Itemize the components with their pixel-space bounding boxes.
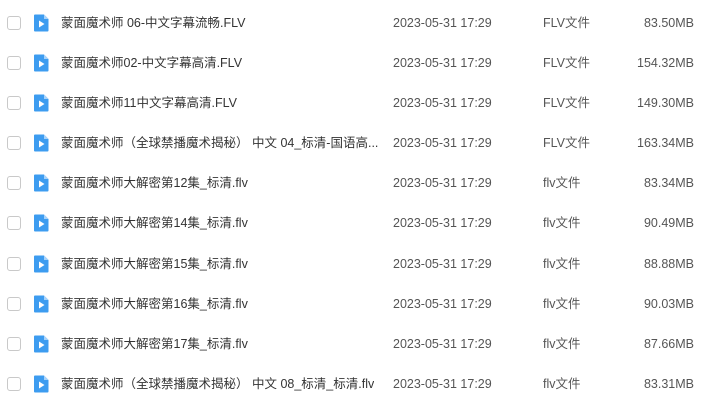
video-file-icon xyxy=(33,214,49,232)
file-name[interactable]: 蒙面魔术师大解密第15集_标清.flv xyxy=(61,244,248,284)
video-file-icon xyxy=(33,174,49,192)
file-name[interactable]: 蒙面魔术师11中文字幕高清.FLV xyxy=(61,83,237,123)
file-type: FLV文件 xyxy=(543,96,590,110)
file-name[interactable]: 蒙面魔术师大解密第14集_标清.flv xyxy=(61,203,248,243)
file-row[interactable]: 蒙面魔术师（全球禁播魔术揭秘） 中文 04_标清-国语高... 2023-05-3… xyxy=(0,123,714,163)
file-row[interactable]: 蒙面魔术师（全球禁播魔术揭秘） 中文 08_标清_标清.flv 2023-05-3… xyxy=(0,364,714,395)
video-file-icon xyxy=(33,94,49,112)
file-type: flv文件 xyxy=(543,337,581,351)
row-checkbox[interactable] xyxy=(7,176,21,190)
file-modified-date: 2023-05-31 17:29 xyxy=(393,377,492,391)
file-modified-date: 2023-05-31 17:29 xyxy=(393,16,492,30)
video-file-icon xyxy=(33,255,49,273)
file-name[interactable]: 蒙面魔术师大解密第17集_标清.flv xyxy=(61,324,248,364)
row-checkbox[interactable] xyxy=(7,297,21,311)
file-modified-date: 2023-05-31 17:29 xyxy=(393,337,492,351)
video-file-icon xyxy=(33,295,49,313)
file-size: 83.50MB xyxy=(643,16,694,30)
video-file-icon xyxy=(33,335,49,353)
file-name[interactable]: 蒙面魔术师大解密第12集_标清.flv xyxy=(61,163,248,203)
file-row[interactable]: 蒙面魔术师大解密第17集_标清.flv 2023-05-31 17:29 flv文件… xyxy=(0,324,714,364)
file-name[interactable]: 蒙面魔术师大解密第16集_标清.flv xyxy=(61,284,248,324)
video-file-icon xyxy=(33,14,49,32)
file-size: 83.31MB xyxy=(643,377,694,391)
file-row[interactable]: 蒙面魔术师11中文字幕高清.FLV 2023-05-31 17:29 FLV文件 14… xyxy=(0,83,714,123)
file-row[interactable]: 蒙面魔术师大解密第12集_标清.flv 2023-05-31 17:29 flv文件… xyxy=(0,163,714,203)
file-row[interactable]: 蒙面魔术师大解密第14集_标清.flv 2023-05-31 17:29 flv文件… xyxy=(0,203,714,243)
file-type: flv文件 xyxy=(543,257,581,271)
file-type: FLV文件 xyxy=(543,16,590,30)
file-size: 149.30MB xyxy=(637,96,694,110)
file-size: 90.49MB xyxy=(643,216,694,230)
file-modified-date: 2023-05-31 17:29 xyxy=(393,297,492,311)
file-row[interactable]: 蒙面魔术师大解密第15集_标清.flv 2023-05-31 17:29 flv文件… xyxy=(0,244,714,284)
file-row[interactable]: 蒙面魔术师 06-中文字幕流畅.FLV 2023-05-31 17:29 FLV文件… xyxy=(0,3,714,43)
file-type: FLV文件 xyxy=(543,136,590,150)
file-type: flv文件 xyxy=(543,176,581,190)
file-modified-date: 2023-05-31 17:29 xyxy=(393,176,492,190)
row-checkbox[interactable] xyxy=(7,377,21,391)
file-row[interactable]: 蒙面魔术师02-中文字幕高清.FLV 2023-05-31 17:29 FLV文件 1… xyxy=(0,43,714,83)
file-name[interactable]: 蒙面魔术师（全球禁播魔术揭秘） 中文 08_标清_标清.flv xyxy=(61,364,374,395)
file-modified-date: 2023-05-31 17:29 xyxy=(393,216,492,230)
row-checkbox[interactable] xyxy=(7,56,21,70)
file-modified-date: 2023-05-31 17:29 xyxy=(393,56,492,70)
file-modified-date: 2023-05-31 17:29 xyxy=(393,96,492,110)
file-modified-date: 2023-05-31 17:29 xyxy=(393,257,492,271)
file-type: FLV文件 xyxy=(543,56,590,70)
file-modified-date: 2023-05-31 17:29 xyxy=(393,136,492,150)
video-file-icon xyxy=(33,134,49,152)
row-checkbox[interactable] xyxy=(7,216,21,230)
file-size: 90.03MB xyxy=(643,297,694,311)
row-checkbox[interactable] xyxy=(7,96,21,110)
file-type: flv文件 xyxy=(543,297,581,311)
file-row[interactable]: 蒙面魔术师大解密第16集_标清.flv 2023-05-31 17:29 flv文件… xyxy=(0,284,714,324)
file-name[interactable]: 蒙面魔术师02-中文字幕高清.FLV xyxy=(61,43,242,83)
file-size: 87.66MB xyxy=(643,337,694,351)
row-checkbox[interactable] xyxy=(7,337,21,351)
file-size: 83.34MB xyxy=(643,176,694,190)
file-name[interactable]: 蒙面魔术师（全球禁播魔术揭秘） 中文 04_标清-国语高... xyxy=(61,123,378,163)
file-type: flv文件 xyxy=(543,377,581,391)
file-list: 蒙面魔术师 06-中文字幕流畅.FLV 2023-05-31 17:29 FLV文件… xyxy=(0,0,714,395)
video-file-icon xyxy=(33,375,49,393)
video-file-icon xyxy=(33,54,49,72)
row-checkbox[interactable] xyxy=(7,16,21,30)
file-size: 163.34MB xyxy=(637,136,694,150)
row-checkbox[interactable] xyxy=(7,136,21,150)
file-size: 154.32MB xyxy=(637,56,694,70)
file-name[interactable]: 蒙面魔术师 06-中文字幕流畅.FLV xyxy=(61,3,246,43)
file-size: 88.88MB xyxy=(643,257,694,271)
file-type: flv文件 xyxy=(543,216,581,230)
row-checkbox[interactable] xyxy=(7,257,21,271)
